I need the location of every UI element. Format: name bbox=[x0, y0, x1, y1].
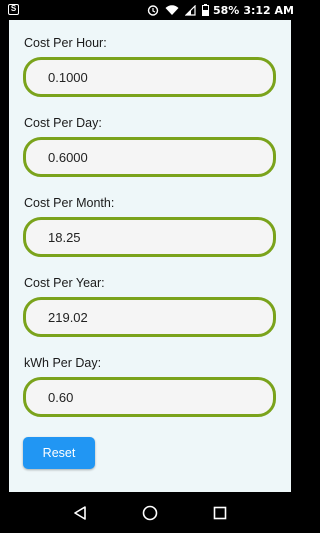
clock: 3:12 AM bbox=[243, 3, 294, 17]
cost-per-year-field[interactable]: 219.02 bbox=[23, 297, 276, 337]
cost-per-day-label: Cost Per Day: bbox=[24, 116, 102, 130]
reset-button[interactable]: Reset bbox=[23, 437, 95, 469]
kwh-per-day-field[interactable]: 0.60 bbox=[23, 377, 276, 417]
back-icon[interactable] bbox=[65, 498, 95, 528]
alarm-icon bbox=[147, 4, 159, 16]
navigation-bar bbox=[0, 492, 300, 533]
wifi-icon bbox=[165, 4, 179, 16]
cost-per-month-field[interactable]: 18.25 bbox=[23, 217, 276, 257]
cost-per-month-label: Cost Per Month: bbox=[24, 196, 115, 210]
cost-per-year-label: Cost Per Year: bbox=[24, 276, 105, 290]
battery-percent: 58% bbox=[213, 3, 240, 17]
battery-icon bbox=[202, 4, 209, 16]
notification-icon: S bbox=[8, 4, 19, 15]
calculator-panel: Cost Per Hour: 0.1000 Cost Per Day: 0.60… bbox=[9, 20, 291, 492]
cost-per-hour-label: Cost Per Hour: bbox=[24, 36, 107, 50]
cost-per-day-field[interactable]: 0.6000 bbox=[23, 137, 276, 177]
cost-per-hour-field[interactable]: 0.1000 bbox=[23, 57, 276, 97]
status-bar: S 58% 3:12 AM bbox=[0, 0, 300, 20]
signal-icon bbox=[185, 4, 196, 16]
kwh-per-day-label: kWh Per Day: bbox=[24, 356, 102, 370]
recents-icon[interactable] bbox=[205, 498, 235, 528]
home-icon[interactable] bbox=[135, 498, 165, 528]
